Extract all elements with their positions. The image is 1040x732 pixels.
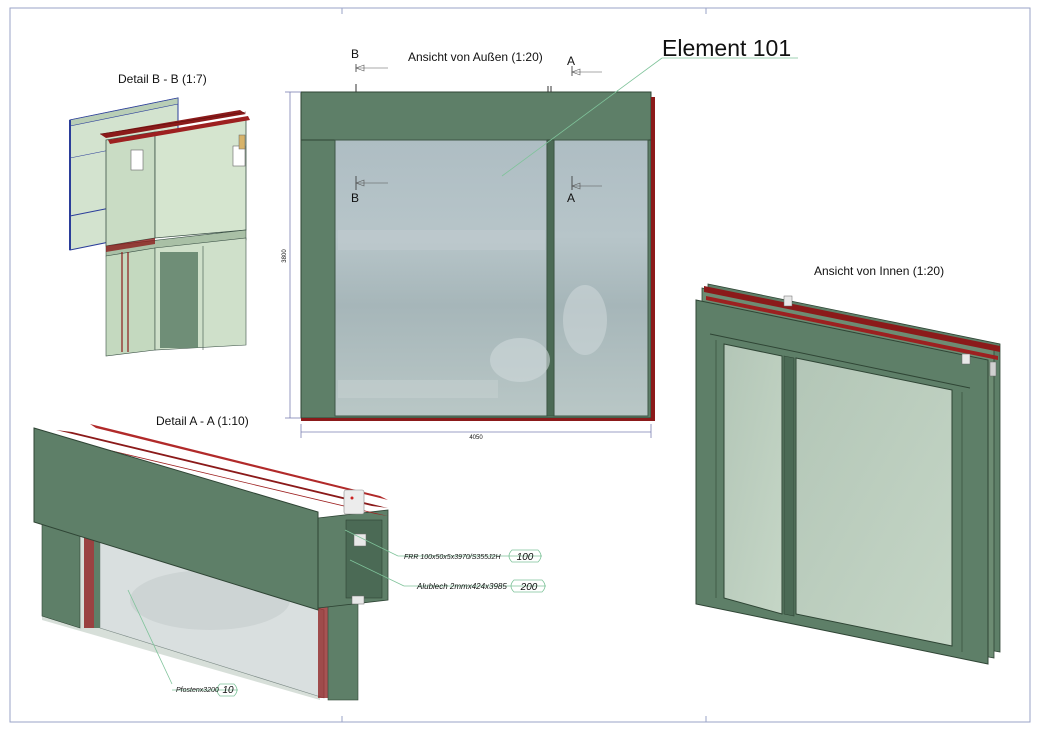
section-label-b-top: B (351, 47, 359, 61)
section-marker-b-top (355, 64, 388, 72)
part-tag-100-text: FRR 100x50x5x3970/S355J2H (404, 554, 501, 561)
part-tag-100-pos: 100 (517, 552, 534, 563)
dimension-height-label: 3800 (282, 249, 288, 263)
title-exterior: Ansicht von Außen (1:20) (408, 50, 543, 64)
part-tag-10-text: Pfostenx3200 (176, 687, 219, 694)
exterior-glass-right (553, 139, 649, 417)
section-label-b-bottom: B (351, 191, 359, 205)
title-detail-aa: Detail A - A (1:10) (156, 414, 249, 428)
detail-bb-drawing (69, 97, 250, 357)
part-tag-10-pos: 10 (222, 685, 234, 696)
interior-view-drawing (695, 283, 1001, 665)
drawing-sheet: 3800 4050 B A B A Ansicht von Außen (1:2… (9, 7, 1031, 723)
detail-aa-drawing (33, 424, 389, 701)
section-label-a-top: A (567, 54, 575, 68)
section-marker-a-top (571, 66, 602, 76)
element-title: Element 101 (662, 35, 791, 61)
part-tag-200-text: Alublech 2mmx424x3985 (416, 582, 507, 591)
part-tag-200-pos: 200 (520, 582, 538, 593)
title-interior: Ansicht von Innen (1:20) (814, 264, 944, 278)
title-detail-bb: Detail B - B (1:7) (118, 72, 207, 86)
dimension-width-label: 4050 (469, 435, 483, 441)
section-label-a-bottom: A (567, 191, 575, 205)
exterior-elevation (300, 84, 655, 421)
